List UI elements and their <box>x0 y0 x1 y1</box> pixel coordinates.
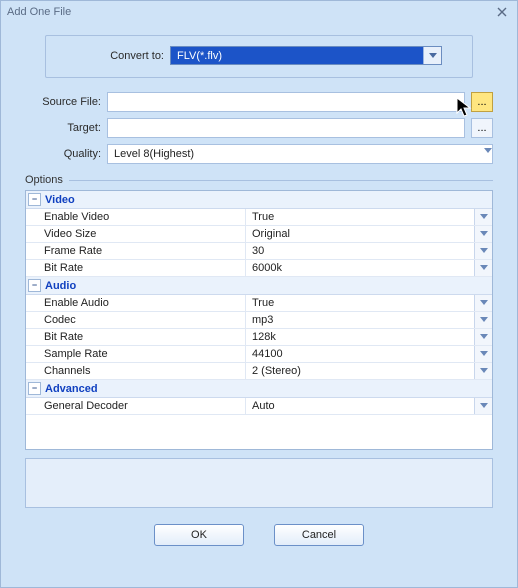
target-input[interactable] <box>107 118 465 138</box>
prop-name: Channels <box>26 363 246 379</box>
section-title: Audio <box>45 280 76 292</box>
prop-name: General Decoder <box>26 398 246 414</box>
target-browse-button[interactable]: ... <box>471 118 493 138</box>
prop-value: 2 (Stereo) <box>246 363 474 379</box>
chevron-down-icon[interactable] <box>474 398 492 414</box>
prop-name: Frame Rate <box>26 243 246 259</box>
quality-value: Level 8(Highest) <box>108 145 484 163</box>
grid-empty-area <box>26 415 492 449</box>
chevron-down-icon[interactable] <box>474 209 492 225</box>
divider <box>69 180 493 181</box>
prop-name: Bit Rate <box>26 329 246 345</box>
section-audio[interactable]: − Audio <box>26 277 492 295</box>
chevron-down-icon[interactable] <box>474 226 492 242</box>
prop-value: 30 <box>246 243 474 259</box>
prop-name: Bit Rate <box>26 260 246 276</box>
property-row[interactable]: Sample Rate44100 <box>26 346 492 363</box>
options-label: Options <box>25 174 63 186</box>
description-panel <box>25 458 493 508</box>
chevron-down-icon[interactable] <box>474 295 492 311</box>
chevron-down-icon[interactable] <box>474 260 492 276</box>
section-advanced[interactable]: − Advanced <box>26 380 492 398</box>
chevron-down-icon[interactable] <box>474 346 492 362</box>
section-title: Video <box>45 194 75 206</box>
collapse-icon[interactable]: − <box>28 193 41 206</box>
ellipsis-icon: ... <box>477 122 486 134</box>
property-row[interactable]: Bit Rate6000k <box>26 260 492 277</box>
prop-value: 44100 <box>246 346 474 362</box>
ok-label: OK <box>191 529 207 541</box>
collapse-icon[interactable]: − <box>28 279 41 292</box>
prop-name: Codec <box>26 312 246 328</box>
prop-value: 128k <box>246 329 474 345</box>
convert-value: FLV(*.flv) <box>171 47 423 64</box>
convert-select[interactable]: FLV(*.flv) <box>170 46 442 65</box>
quality-label: Quality: <box>25 148 101 160</box>
convert-label: Convert to: <box>76 50 164 62</box>
prop-name: Enable Audio <box>26 295 246 311</box>
property-grid: − Video Enable VideoTrue Video SizeOrigi… <box>25 190 493 450</box>
property-row[interactable]: Enable VideoTrue <box>26 209 492 226</box>
prop-name: Enable Video <box>26 209 246 225</box>
source-input[interactable] <box>107 92 465 112</box>
property-row[interactable]: Enable AudioTrue <box>26 295 492 312</box>
prop-value: True <box>246 295 474 311</box>
source-row: Source File: ... <box>25 92 493 112</box>
property-row[interactable]: Frame Rate30 <box>26 243 492 260</box>
property-row[interactable]: Codecmp3 <box>26 312 492 329</box>
chevron-down-icon[interactable] <box>474 363 492 379</box>
button-bar: OK Cancel <box>15 524 503 546</box>
quality-row: Quality: Level 8(Highest) <box>25 144 493 164</box>
target-row: Target: ... <box>25 118 493 138</box>
prop-value: mp3 <box>246 312 474 328</box>
chevron-down-icon <box>484 145 492 163</box>
property-row[interactable]: Video SizeOriginal <box>26 226 492 243</box>
close-button[interactable] <box>493 4 511 20</box>
options-header: Options <box>25 174 493 186</box>
close-icon <box>497 7 507 17</box>
ellipsis-icon: ... <box>477 96 486 108</box>
ok-button[interactable]: OK <box>154 524 244 546</box>
prop-name: Sample Rate <box>26 346 246 362</box>
quality-select[interactable]: Level 8(Highest) <box>107 144 493 164</box>
property-row[interactable]: Channels2 (Stereo) <box>26 363 492 380</box>
source-browse-button[interactable]: ... <box>471 92 493 112</box>
window-title: Add One File <box>7 6 71 18</box>
section-video[interactable]: − Video <box>26 191 492 209</box>
chevron-down-icon[interactable] <box>474 329 492 345</box>
prop-value: Auto <box>246 398 474 414</box>
titlebar: Add One File <box>1 1 517 23</box>
chevron-down-icon[interactable] <box>474 243 492 259</box>
section-title: Advanced <box>45 383 98 395</box>
convert-group: Convert to: FLV(*.flv) <box>45 35 473 78</box>
target-label: Target: <box>25 122 101 134</box>
dialog-window: Add One File Convert to: FLV(*.flv) Sour… <box>0 0 518 588</box>
prop-value: Original <box>246 226 474 242</box>
prop-value: 6000k <box>246 260 474 276</box>
property-row[interactable]: General DecoderAuto <box>26 398 492 415</box>
dialog-body: Convert to: FLV(*.flv) Source File: ... … <box>1 23 517 556</box>
cancel-button[interactable]: Cancel <box>274 524 364 546</box>
cancel-label: Cancel <box>302 529 336 541</box>
collapse-icon[interactable]: − <box>28 382 41 395</box>
prop-name: Video Size <box>26 226 246 242</box>
property-row[interactable]: Bit Rate128k <box>26 329 492 346</box>
chevron-down-icon <box>423 47 441 64</box>
source-label: Source File: <box>25 96 101 108</box>
chevron-down-icon[interactable] <box>474 312 492 328</box>
prop-value: True <box>246 209 474 225</box>
